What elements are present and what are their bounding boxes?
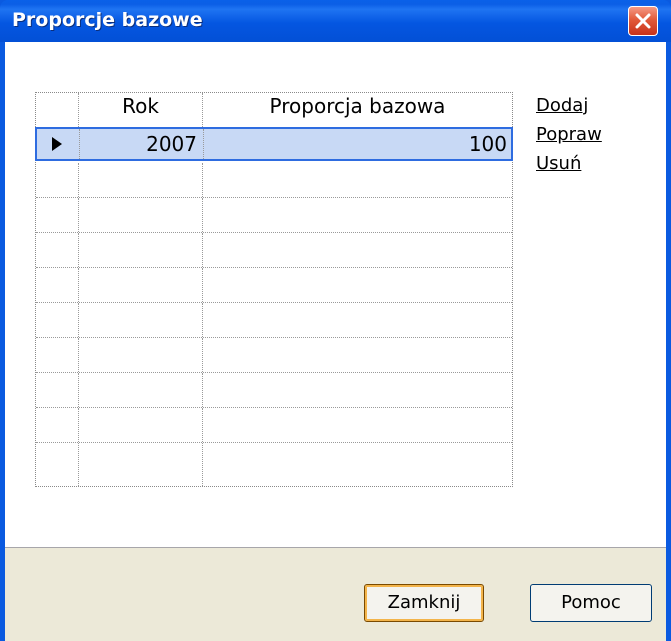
- cell-rok[interactable]: 2007: [80, 129, 204, 159]
- column-header-label: Proporcja bazowa: [269, 94, 446, 118]
- column-header-label: Rok: [122, 94, 159, 118]
- close-icon: [635, 13, 651, 29]
- cell-rok[interactable]: [79, 373, 203, 407]
- table-row[interactable]: [36, 338, 512, 373]
- row-selector[interactable]: [36, 268, 79, 302]
- title-bar[interactable]: Proporcje bazowe: [0, 0, 671, 42]
- column-header-proporcja[interactable]: Proporcja bazowa: [203, 93, 512, 127]
- close-button[interactable]: Zamknij: [364, 584, 484, 622]
- edit-link[interactable]: Popraw: [536, 124, 602, 145]
- cell-rok[interactable]: [79, 303, 203, 337]
- close-window-button[interactable]: [628, 6, 658, 36]
- table-row[interactable]: [36, 233, 512, 268]
- cell-proporcja[interactable]: 100: [204, 129, 513, 159]
- table-row[interactable]: [36, 443, 512, 486]
- table-row[interactable]: [36, 303, 512, 338]
- row-selector[interactable]: [36, 338, 79, 372]
- cell-rok[interactable]: [79, 443, 203, 486]
- table-row[interactable]: [36, 268, 512, 303]
- cell-proporcja[interactable]: [203, 233, 512, 267]
- row-actions: Dodaj Popraw Usuń: [536, 95, 602, 182]
- data-grid[interactable]: Rok Proporcja bazowa 2007 100: [35, 92, 513, 487]
- cell-rok[interactable]: [79, 163, 203, 197]
- cell-rok[interactable]: [79, 268, 203, 302]
- cell-rok[interactable]: [79, 233, 203, 267]
- row-selector[interactable]: [36, 198, 79, 232]
- table-row[interactable]: [36, 373, 512, 408]
- row-selector[interactable]: [37, 129, 80, 159]
- row-selector[interactable]: [36, 373, 79, 407]
- row-selector[interactable]: [36, 303, 79, 337]
- cell-proporcja[interactable]: [203, 268, 512, 302]
- row-selector[interactable]: [36, 233, 79, 267]
- table-row[interactable]: [36, 408, 512, 443]
- row-selector[interactable]: [36, 408, 79, 442]
- row-selector[interactable]: [36, 163, 79, 197]
- row-header-corner: [36, 93, 79, 127]
- cell-rok[interactable]: [79, 408, 203, 442]
- cell-proporcja[interactable]: [203, 373, 512, 407]
- dialog-window: Proporcje bazowe Rok Proporcja bazowa 20…: [0, 0, 671, 641]
- cell-proporcja[interactable]: [203, 408, 512, 442]
- divider: [5, 547, 666, 548]
- grid-header-row: Rok Proporcja bazowa: [36, 93, 512, 128]
- cell-value: 100: [468, 132, 507, 156]
- cell-rok[interactable]: [79, 338, 203, 372]
- help-button[interactable]: Pomoc: [530, 584, 652, 622]
- column-header-rok[interactable]: Rok: [79, 93, 203, 127]
- window-title: Proporcje bazowe: [12, 9, 203, 31]
- table-row[interactable]: [36, 163, 512, 198]
- cell-proporcja[interactable]: [203, 443, 512, 486]
- row-selector[interactable]: [36, 443, 79, 486]
- table-row[interactable]: [36, 198, 512, 233]
- current-row-arrow-icon: [52, 137, 62, 151]
- table-row[interactable]: 2007 100: [35, 127, 513, 161]
- delete-link[interactable]: Usuń: [536, 153, 602, 174]
- cell-proporcja[interactable]: [203, 338, 512, 372]
- add-link[interactable]: Dodaj: [536, 95, 602, 116]
- cell-proporcja[interactable]: [203, 198, 512, 232]
- cell-proporcja[interactable]: [203, 303, 512, 337]
- cell-proporcja[interactable]: [203, 163, 512, 197]
- cell-value: 2007: [146, 132, 197, 156]
- cell-rok[interactable]: [79, 198, 203, 232]
